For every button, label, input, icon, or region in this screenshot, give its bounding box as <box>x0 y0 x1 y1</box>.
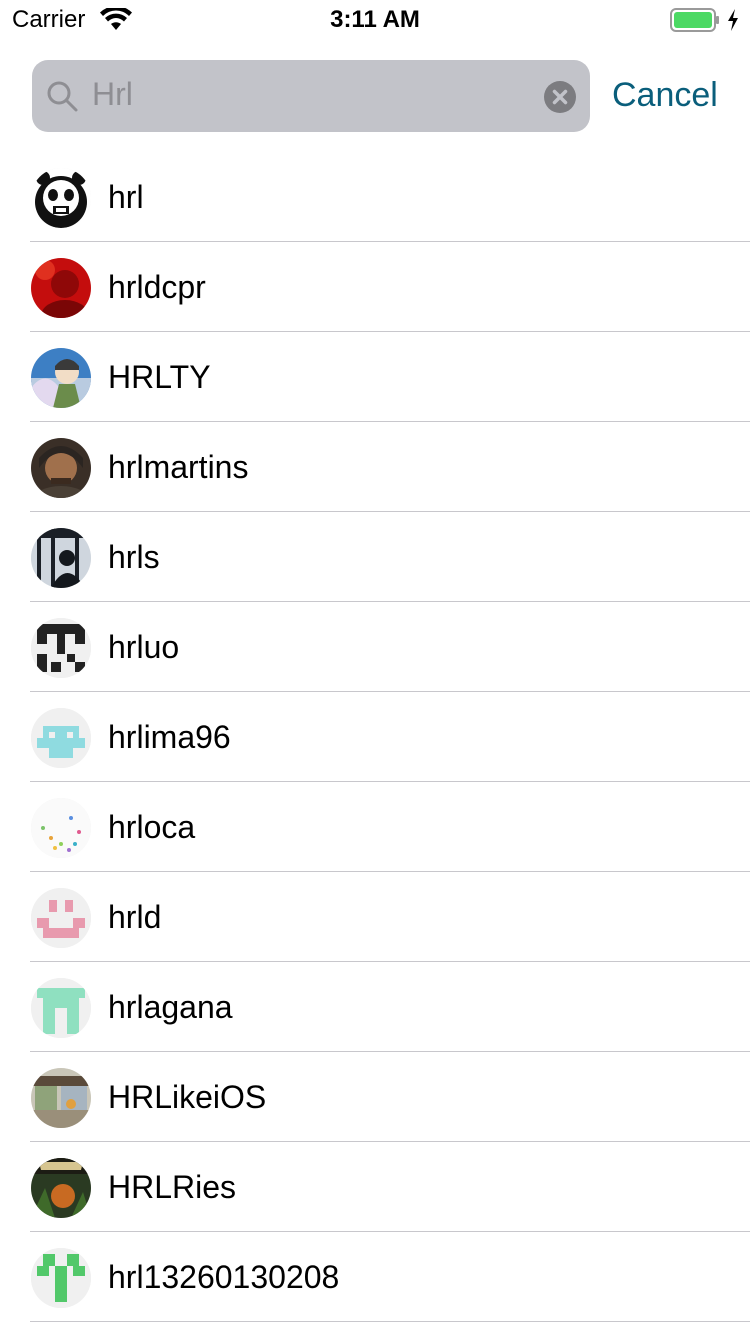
avatar <box>31 1158 91 1218</box>
list-item[interactable]: hrl13260130208 <box>0 1232 750 1322</box>
username: HRLTY <box>108 359 211 395</box>
username: HRLikeiOS <box>108 1079 267 1115</box>
list-item[interactable]: hrls <box>0 512 750 602</box>
cancel-button[interactable]: Cancel <box>612 76 718 115</box>
charging-icon <box>728 9 738 31</box>
clear-icon <box>552 89 568 105</box>
battery-icon <box>670 8 719 32</box>
list-item[interactable]: hrld <box>0 872 750 962</box>
list-item[interactable]: HRLikeiOS <box>0 1052 750 1142</box>
avatar <box>31 888 91 948</box>
username: hrlima96 <box>108 719 231 755</box>
username: hrloca <box>108 809 196 845</box>
avatar <box>31 1248 91 1308</box>
username: hrl <box>108 179 144 215</box>
username: hrlmartins <box>108 449 249 485</box>
status-bar: Carrier 3:11 AM <box>0 0 750 40</box>
list-item[interactable]: hrlagana <box>0 962 750 1052</box>
avatar <box>31 1068 91 1128</box>
username: hrluo <box>108 629 180 665</box>
list-item[interactable]: hrl <box>0 152 750 242</box>
search-icon <box>47 81 78 112</box>
avatar <box>31 978 91 1038</box>
clear-search-button[interactable] <box>544 81 576 113</box>
avatar <box>31 168 91 228</box>
list-item[interactable]: hrldcpr <box>0 242 750 332</box>
search-bar: Hrl Cancel <box>0 60 750 132</box>
username: hrldcpr <box>108 269 206 305</box>
avatar <box>31 438 91 498</box>
search-input[interactable]: Hrl <box>32 60 590 132</box>
username: HRLRies <box>108 1169 237 1205</box>
search-query[interactable]: Hrl <box>92 76 133 113</box>
avatar <box>31 258 91 318</box>
list-item[interactable]: hrloca <box>0 782 750 872</box>
divider <box>30 1321 750 1322</box>
username: hrlagana <box>108 989 233 1025</box>
clock: 3:11 AM <box>330 6 420 33</box>
avatar <box>31 348 91 408</box>
username: hrl13260130208 <box>108 1259 340 1295</box>
list-item[interactable]: hrlmartins <box>0 422 750 512</box>
list-item[interactable]: HRLRies <box>0 1142 750 1232</box>
list-item[interactable]: hrluo <box>0 602 750 692</box>
avatar <box>31 708 91 768</box>
username: hrls <box>108 539 160 575</box>
list-item[interactable]: hrlima96 <box>0 692 750 782</box>
list-item[interactable]: HRLTY <box>0 332 750 422</box>
username: hrld <box>108 899 162 935</box>
avatar <box>31 798 91 858</box>
avatar <box>31 528 91 588</box>
avatar <box>31 618 91 678</box>
search-results-list: hrl hrldcpr HRLTY hrlmartins hrls hrluo … <box>0 152 750 1322</box>
